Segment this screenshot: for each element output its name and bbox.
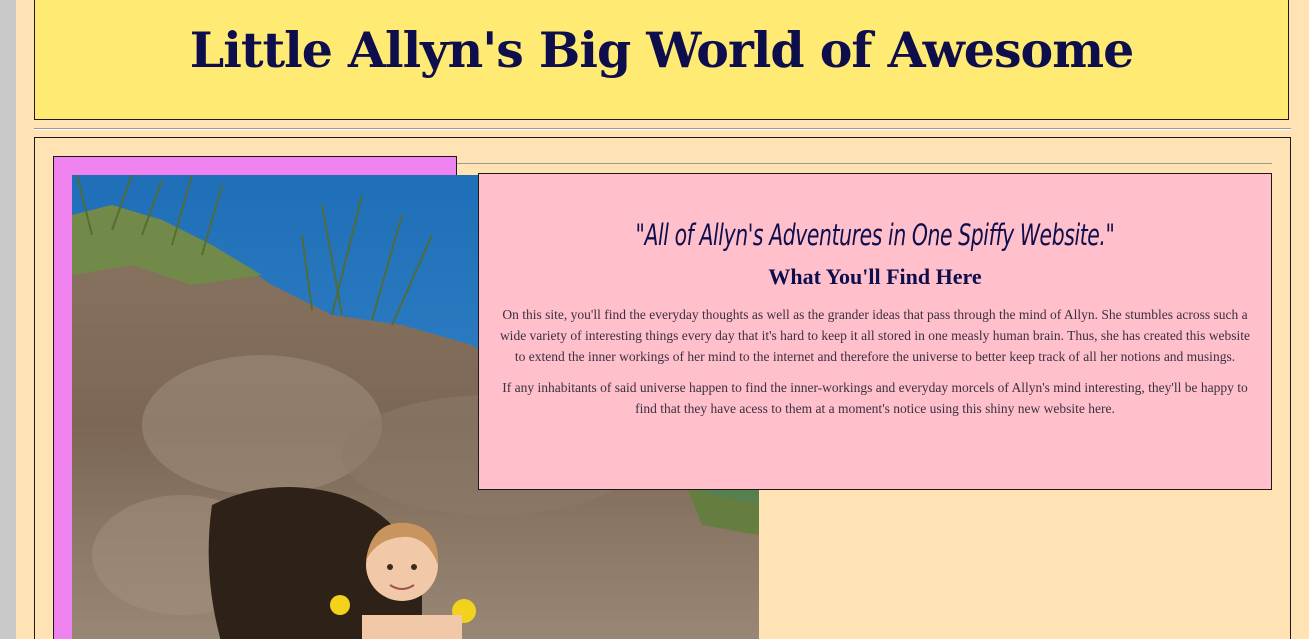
browser-left-edge bbox=[0, 0, 16, 639]
tagline: "All of Allyn's Adventures in One Spiffy… bbox=[635, 218, 1115, 252]
header-divider bbox=[34, 128, 1291, 130]
content-divider bbox=[457, 163, 1272, 164]
intro-paragraph-2: If any inhabitants of said universe happ… bbox=[502, 380, 1248, 416]
intro-panel: "All of Allyn's Adventures in One Spiffy… bbox=[478, 173, 1272, 490]
section-heading: What You'll Find Here bbox=[768, 264, 982, 289]
site-header: Little Allyn's Big World of Awesome bbox=[34, 0, 1289, 120]
site-title: Little Allyn's Big World of Awesome bbox=[189, 21, 1135, 79]
intro-paragraph-1: On this site, you'll find the everyday t… bbox=[499, 307, 1251, 364]
